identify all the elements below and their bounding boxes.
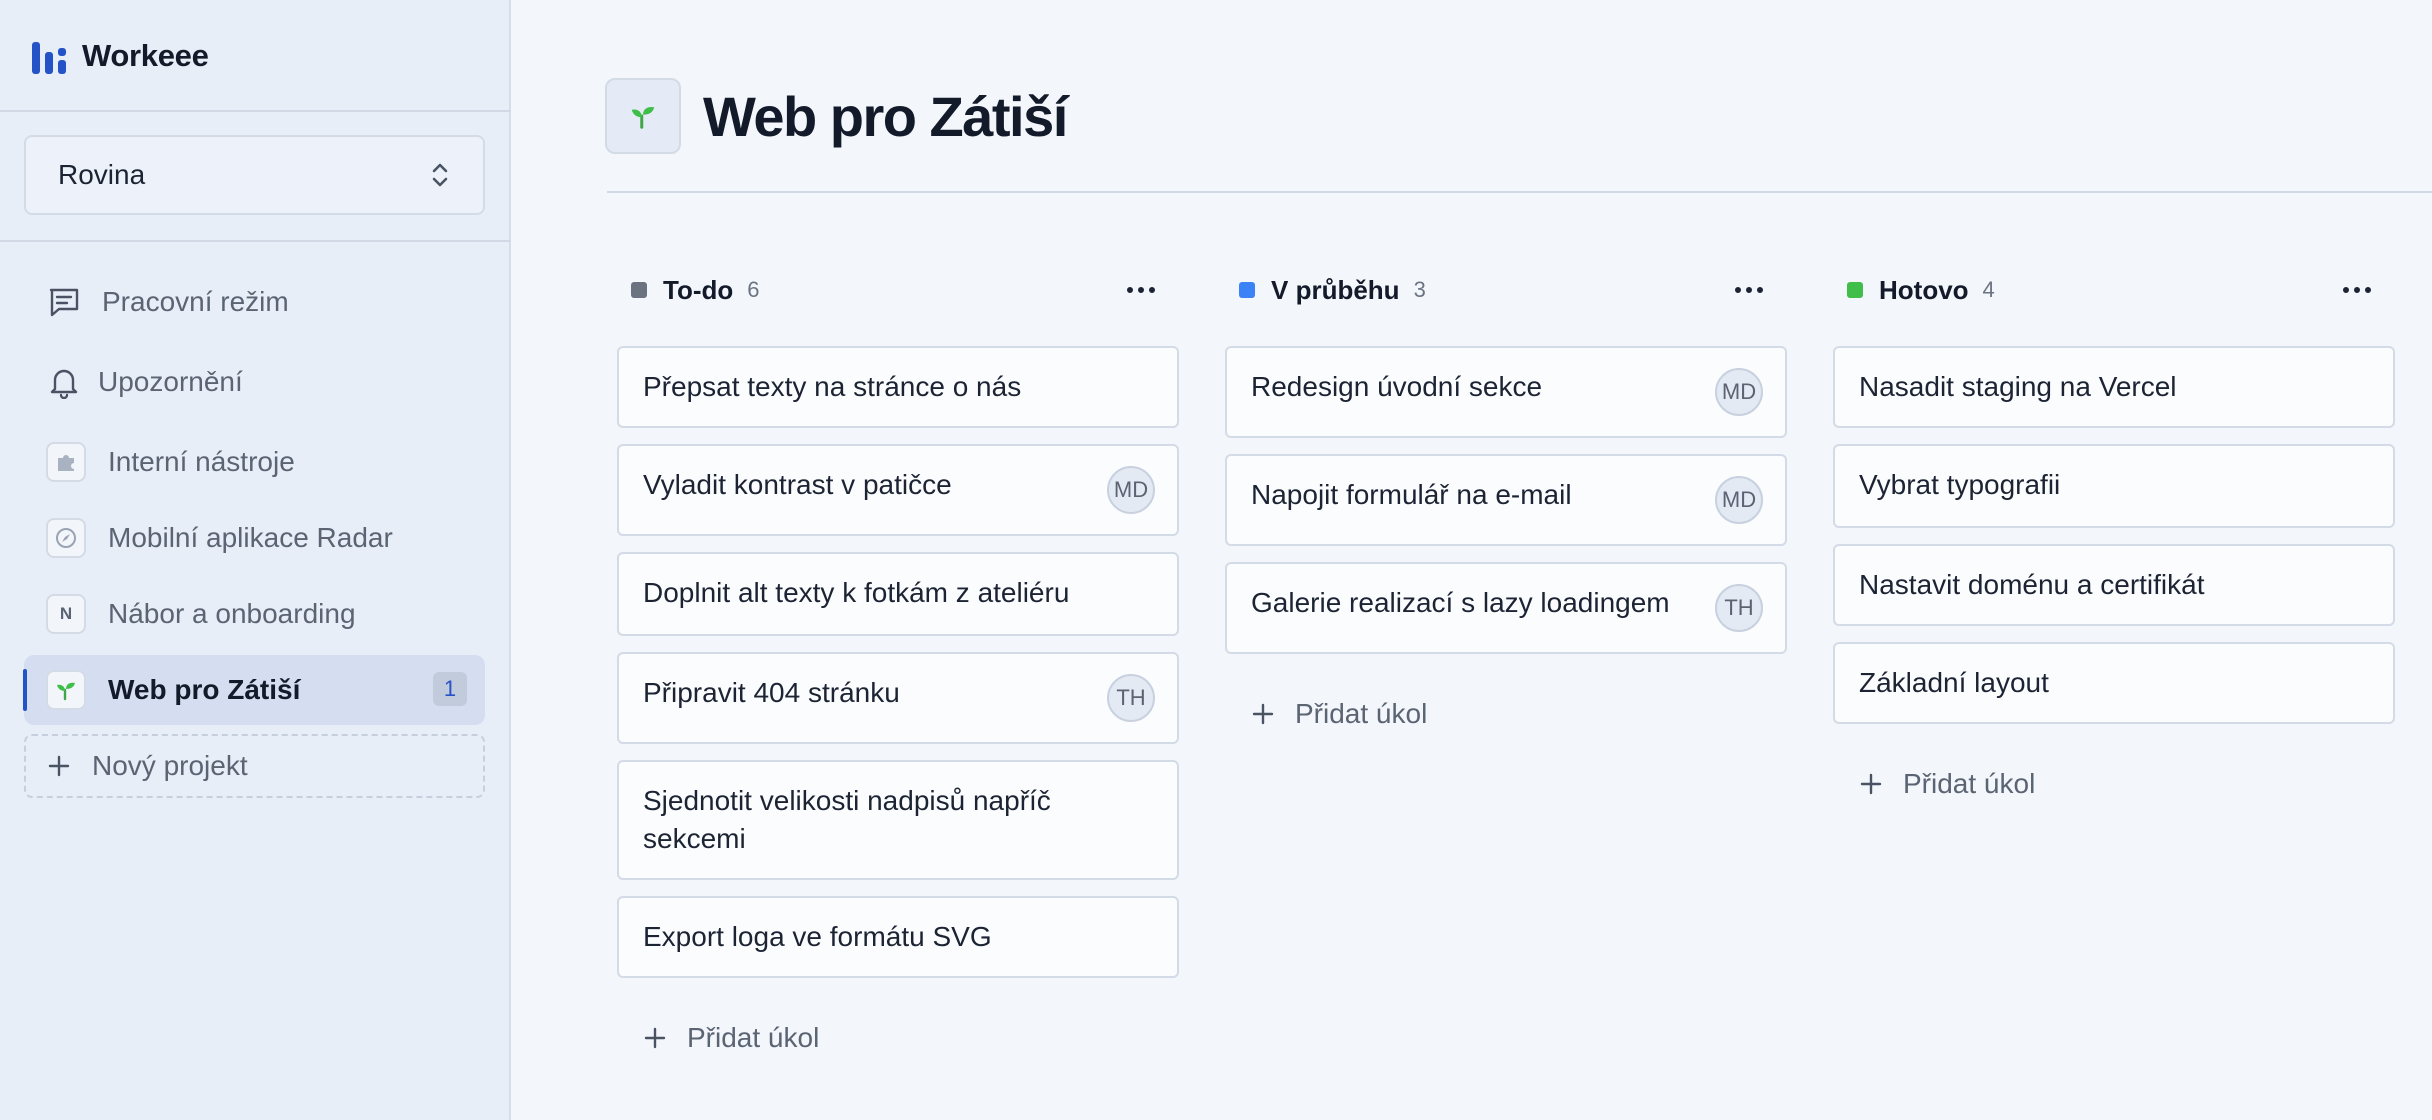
column-in-progress: V průběhu 3 Redesign úvodní sekce MD Nap…	[1225, 260, 1787, 729]
brand[interactable]: Workeee	[30, 36, 209, 76]
column-count: 3	[1413, 277, 1426, 302]
task-title: Připravit 404 stránku	[643, 677, 900, 708]
new-project-button[interactable]: Nový projekt	[24, 734, 485, 798]
task-card[interactable]: Připravit 404 stránku TH	[617, 652, 1179, 744]
project-label: Mobilní aplikace Radar	[108, 522, 393, 553]
column-done: Hotovo 4 Nasadit staging na Vercel Vybra…	[1833, 260, 2395, 799]
task-card[interactable]: Nastavit doménu a certifikát	[1833, 544, 2395, 626]
project-letter-icon: N	[46, 594, 86, 634]
compass-icon	[46, 518, 86, 558]
column-title: Hotovo	[1879, 274, 1969, 305]
more-horizontal-icon[interactable]	[1121, 274, 1161, 306]
task-title: Základní layout	[1859, 667, 2049, 698]
column-header: V průběhu 3	[1225, 260, 1787, 320]
task-title: Vyladit kontrast v patičce	[643, 469, 952, 500]
more-horizontal-icon[interactable]	[2337, 274, 2377, 306]
avatar[interactable]: TH	[1107, 674, 1155, 722]
sprout-icon	[46, 670, 86, 710]
workeee-logo-icon	[30, 38, 68, 74]
column-title: V průběhu	[1271, 274, 1400, 305]
task-card[interactable]: Redesign úvodní sekce MD	[1225, 346, 1787, 438]
page-header: Web pro Zátiší	[605, 78, 1068, 154]
task-card[interactable]: Vyladit kontrast v patičce MD	[617, 444, 1179, 536]
avatar[interactable]: TH	[1715, 584, 1763, 632]
column-header: Hotovo 4	[1833, 260, 2395, 320]
column-count: 4	[1982, 277, 1995, 302]
sidebar-project-internal-tools[interactable]: Interní nástroje	[24, 427, 485, 497]
add-task-button[interactable]: Přidat úkol	[1857, 764, 2035, 804]
project-label: Interní nástroje	[108, 446, 295, 477]
task-title: Doplnit alt texty k fotkám z ateliéru	[643, 577, 1070, 608]
chevron-up-down-icon	[432, 163, 448, 187]
plus-icon	[1249, 702, 1277, 726]
task-title: Přepsat texty na stránce o nás	[643, 371, 1022, 402]
add-task-label: Přidat úkol	[687, 1022, 820, 1053]
nav-item-notifications[interactable]: Upozornění	[24, 347, 485, 417]
plus-icon	[1857, 772, 1885, 796]
avatar[interactable]: MD	[1715, 368, 1763, 416]
sidebar-project-web-zatisi[interactable]: Web pro Zátiší 1	[23, 655, 485, 725]
add-task-button[interactable]: Přidat úkol	[1249, 694, 1427, 734]
plus-icon	[641, 1026, 669, 1050]
active-indicator	[23, 669, 27, 711]
task-card[interactable]: Napojit formulář na e-mail MD	[1225, 454, 1787, 546]
add-task-label: Přidat úkol	[1903, 768, 2036, 799]
task-card[interactable]: Nasadit staging na Vercel	[1833, 346, 2395, 428]
status-dot	[1847, 282, 1863, 298]
task-title: Napojit formulář na e-mail	[1251, 479, 1572, 510]
plus-icon	[44, 754, 74, 778]
sidebar-project-hiring[interactable]: N Nábor a onboarding	[24, 579, 485, 649]
avatar[interactable]: MD	[1107, 466, 1155, 514]
new-project-label: Nový projekt	[92, 750, 248, 781]
add-task-label: Přidat úkol	[1295, 698, 1428, 729]
task-card[interactable]: Sjednotit velikosti nadpisů napříč sekce…	[617, 760, 1179, 880]
nav-item-label: Pracovní režim	[102, 286, 289, 317]
status-dot	[631, 282, 647, 298]
task-title: Nasadit staging na Vercel	[1859, 371, 2177, 402]
avatar[interactable]: MD	[1715, 476, 1763, 524]
task-card[interactable]: Export loga ve formátu SVG	[617, 896, 1179, 978]
page-title: Web pro Zátiší	[703, 84, 1068, 148]
task-card[interactable]: Doplnit alt texty k fotkám z ateliéru	[617, 552, 1179, 636]
project-label: Nábor a onboarding	[108, 598, 356, 629]
task-card[interactable]: Vybrat typografii	[1833, 444, 2395, 528]
task-title: Redesign úvodní sekce	[1251, 371, 1543, 402]
task-title: Sjednotit velikosti nadpisů napříč sekce…	[643, 785, 1051, 854]
sidebar: Workeee Rovina Pracovní režim Upozornění…	[0, 0, 511, 1120]
column-count: 6	[747, 277, 760, 302]
task-card[interactable]: Přepsat texty na stránce o nás	[617, 346, 1179, 428]
add-task-button[interactable]: Přidat úkol	[641, 1018, 819, 1058]
header-divider	[607, 191, 2432, 193]
column-title: To-do	[663, 274, 734, 305]
sidebar-project-radar[interactable]: Mobilní aplikace Radar	[24, 503, 485, 573]
task-title: Galerie realizací s lazy loadingem	[1251, 587, 1670, 618]
notification-badge: 1	[433, 672, 467, 706]
task-title: Nastavit doménu a certifikát	[1859, 569, 2205, 600]
column-header: To-do 6	[617, 260, 1179, 320]
sprout-icon[interactable]	[605, 78, 681, 154]
workspace-name: Rovina	[58, 159, 146, 190]
workspace-selector[interactable]: Rovina	[24, 135, 485, 215]
puzzle-icon	[46, 442, 86, 482]
message-square-icon	[44, 282, 84, 322]
task-card[interactable]: Galerie realizací s lazy loadingem TH	[1225, 562, 1787, 654]
task-title: Vybrat typografii	[1859, 469, 2061, 500]
status-dot	[1239, 282, 1255, 298]
nav-item-label: Upozornění	[98, 366, 243, 397]
more-horizontal-icon[interactable]	[1729, 274, 1769, 306]
project-label: Web pro Zátiší	[108, 674, 301, 705]
task-card[interactable]: Základní layout	[1833, 642, 2395, 724]
task-title: Export loga ve formátu SVG	[643, 921, 992, 952]
column-todo: To-do 6 Přepsat texty na stránce o nás V…	[617, 260, 1179, 1053]
sidebar-divider	[0, 240, 511, 242]
bell-icon	[44, 362, 84, 402]
sidebar-divider	[0, 110, 511, 112]
app-name: Workeee	[82, 38, 209, 73]
nav-item-work-mode[interactable]: Pracovní režim	[24, 267, 485, 337]
